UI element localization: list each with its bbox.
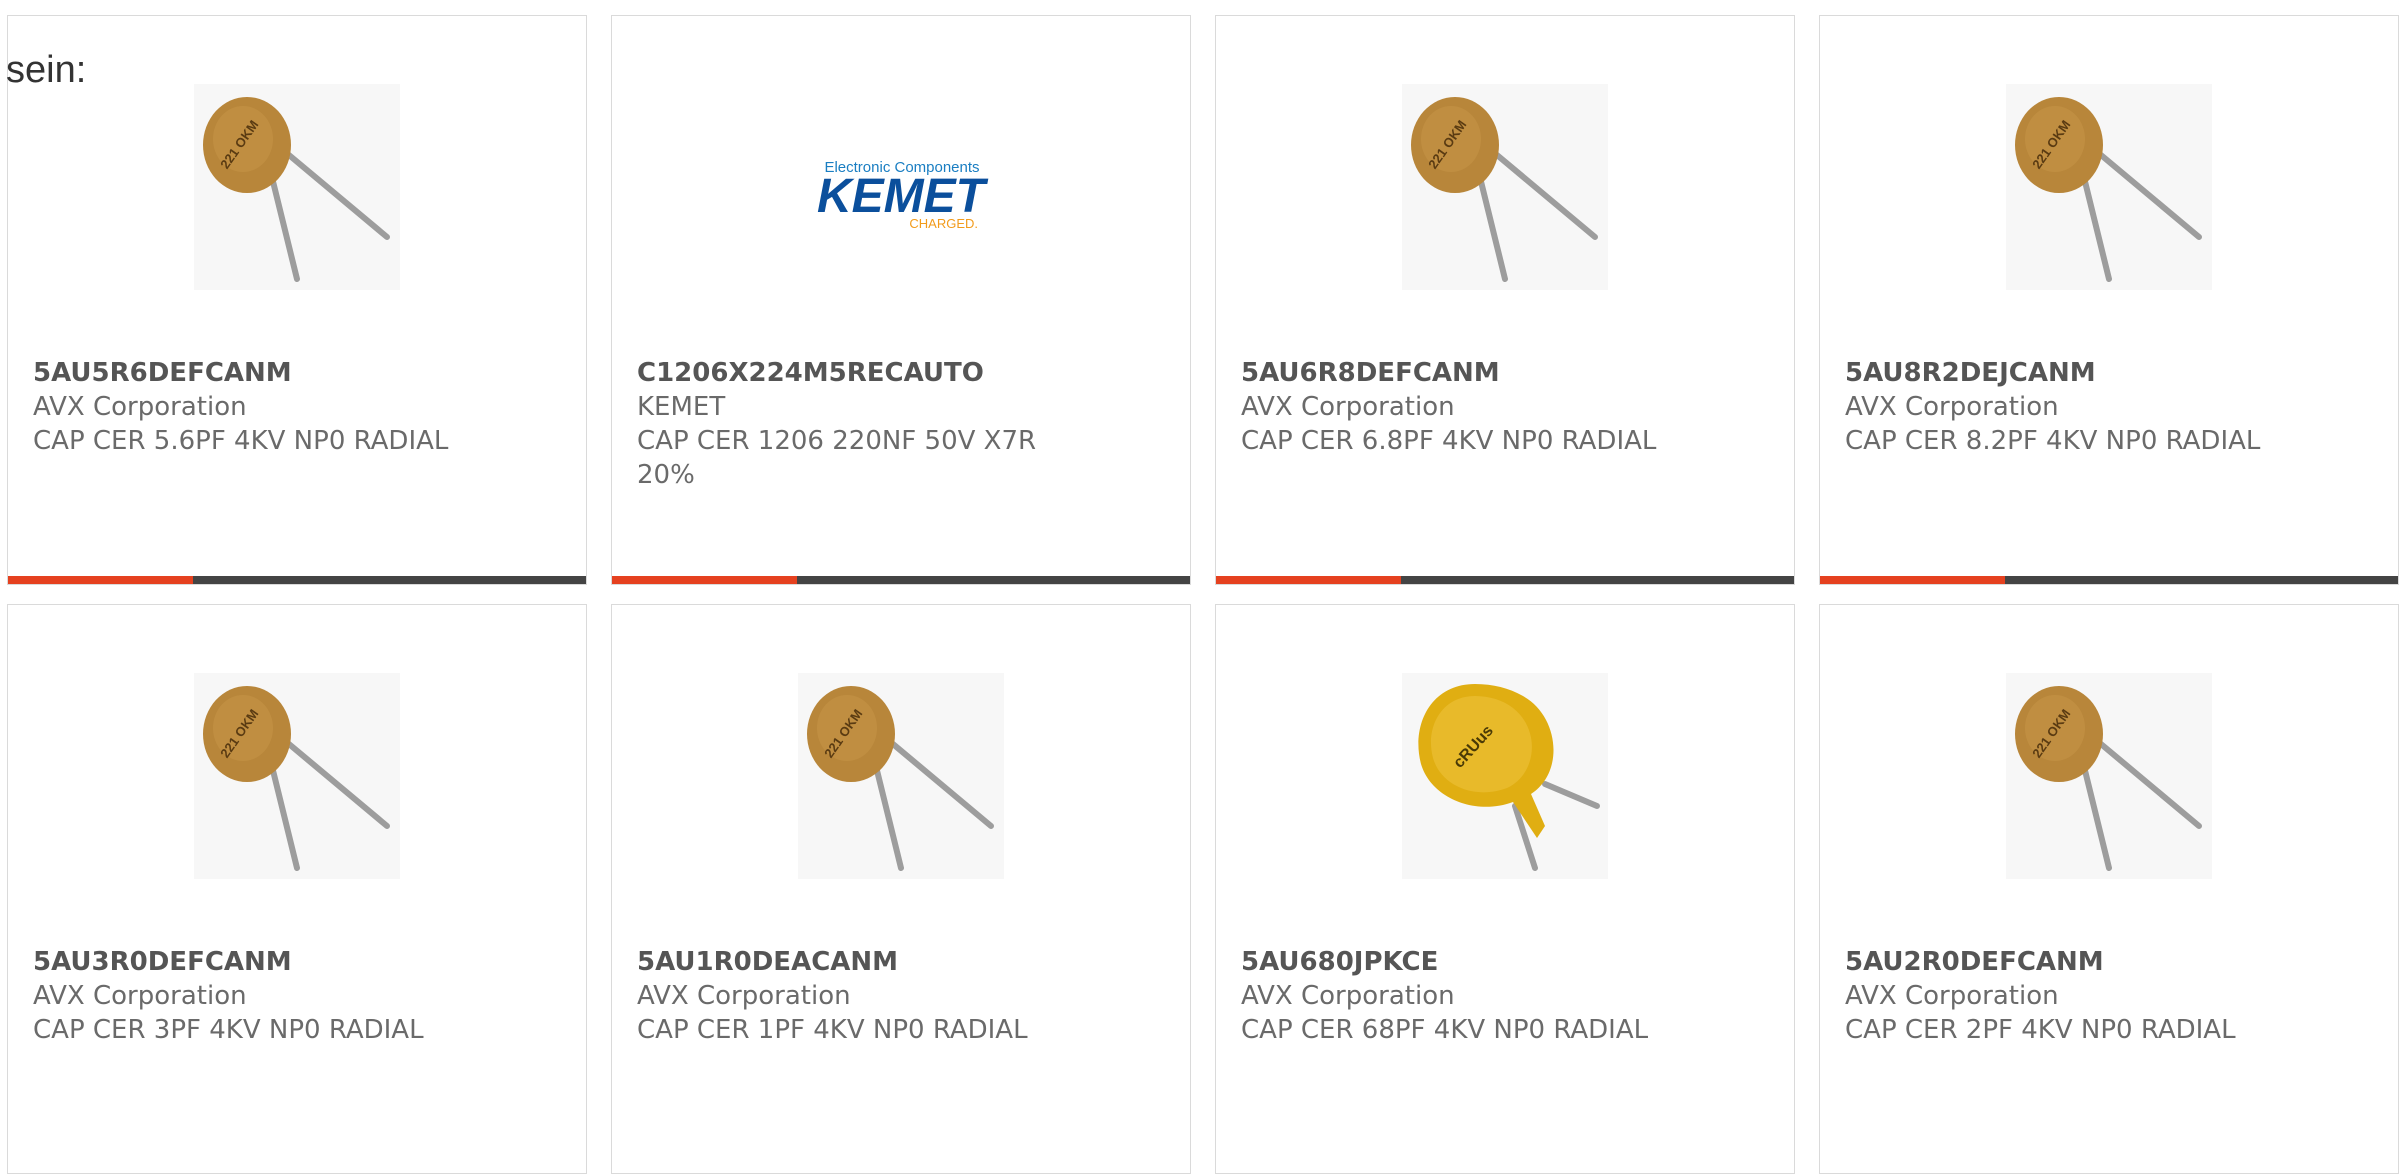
product-card[interactable]: 221 OKM 5AU8R2DEJCANM AVX Corporation CA… <box>1819 15 2399 585</box>
intro-text: sein: <box>6 49 87 91</box>
kemet-logo: Electronic Components KEMET CHARGED. <box>817 159 989 231</box>
product-image[interactable]: 221 OKM <box>2006 84 2212 290</box>
product-image[interactable]: 221 OKM <box>194 84 400 290</box>
card-footer-bar <box>1820 576 2398 584</box>
manufacturer-name: AVX Corporation <box>1845 981 2059 1011</box>
card-footer-accent <box>1820 576 2005 584</box>
product-info: 5AU6R8DEFCANM AVX Corporation CAP CER 6.… <box>1241 356 1741 458</box>
manufacturer-name: AVX Corporation <box>1241 392 1455 422</box>
card-footer-bar <box>8 576 586 584</box>
part-number[interactable]: 5AU2R0DEFCANM <box>1845 945 2345 979</box>
product-description: CAP CER 1206 220NF 50V X7R 20% <box>637 426 1037 490</box>
product-card[interactable]: Electronic Components KEMET CHARGED. C12… <box>611 15 1191 585</box>
part-number[interactable]: 5AU5R6DEFCANM <box>33 356 533 390</box>
product-card[interactable]: 221 OKM 5AU6R8DEFCANM AVX Corporation CA… <box>1215 15 1795 585</box>
product-card[interactable]: cRUus 5AU680JPKCE AVX Corporation CAP CE… <box>1215 604 1795 1174</box>
product-description: CAP CER 1PF 4KV NP0 RADIAL <box>637 1015 1028 1045</box>
manufacturer-name: KEMET <box>637 392 726 422</box>
part-number[interactable]: 5AU3R0DEFCANM <box>33 945 533 979</box>
manufacturer-name: AVX Corporation <box>637 981 851 1011</box>
product-description: CAP CER 68PF 4KV NP0 RADIAL <box>1241 1015 1649 1045</box>
part-number[interactable]: 5AU8R2DEJCANM <box>1845 356 2345 390</box>
manufacturer-name: AVX Corporation <box>33 981 247 1011</box>
card-footer-accent <box>8 576 193 584</box>
product-info: 5AU5R6DEFCANM AVX Corporation CAP CER 5.… <box>33 356 533 458</box>
disc-capacitor-brown-icon: 221 OKM <box>2015 686 2202 871</box>
product-image[interactable]: 221 OKM <box>798 673 1004 879</box>
part-number[interactable]: 5AU680JPKCE <box>1241 945 1741 979</box>
product-info: 5AU8R2DEJCANM AVX Corporation CAP CER 8.… <box>1845 356 2345 458</box>
product-info: 5AU3R0DEFCANM AVX Corporation CAP CER 3P… <box>33 945 533 1047</box>
part-number[interactable]: 5AU1R0DEACANM <box>637 945 1137 979</box>
product-image[interactable]: Electronic Components KEMET CHARGED. <box>798 84 1004 290</box>
product-image[interactable]: cRUus <box>1402 673 1608 879</box>
product-description: CAP CER 3PF 4KV NP0 RADIAL <box>33 1015 424 1045</box>
product-card[interactable]: 221 OKM 5AU5R6DEFCANM AVX Corporation CA… <box>7 15 587 585</box>
part-number[interactable]: 5AU6R8DEFCANM <box>1241 356 1741 390</box>
disc-capacitor-brown-icon: 221 OKM <box>1411 97 1598 282</box>
manufacturer-name: AVX Corporation <box>33 392 247 422</box>
disc-capacitor-brown-icon: 221 OKM <box>807 686 994 871</box>
product-card[interactable]: 221 OKM 5AU3R0DEFCANM AVX Corporation CA… <box>7 604 587 1174</box>
product-description: CAP CER 8.2PF 4KV NP0 RADIAL <box>1845 426 2261 456</box>
product-description: CAP CER 6.8PF 4KV NP0 RADIAL <box>1241 426 1657 456</box>
product-image[interactable]: 221 OKM <box>2006 673 2212 879</box>
disc-capacitor-brown-icon: 221 OKM <box>2015 97 2202 282</box>
card-footer-accent <box>612 576 797 584</box>
manufacturer-name: AVX Corporation <box>1241 981 1455 1011</box>
product-info: 5AU2R0DEFCANM AVX Corporation CAP CER 2P… <box>1845 945 2345 1047</box>
product-info: C1206X224M5RECAUTO KEMET CAP CER 1206 22… <box>637 356 1137 492</box>
product-grid: 221 OKM 5AU5R6DEFCANM AVX Corporation CA… <box>7 15 2400 1174</box>
disc-capacitor-brown-icon: 221 OKM <box>203 686 390 871</box>
manufacturer-name: AVX Corporation <box>1845 392 2059 422</box>
card-footer-accent <box>1216 576 1401 584</box>
product-card[interactable]: 221 OKM 5AU2R0DEFCANM AVX Corporation CA… <box>1819 604 2399 1174</box>
product-info: 5AU680JPKCE AVX Corporation CAP CER 68PF… <box>1241 945 1741 1047</box>
product-description: CAP CER 2PF 4KV NP0 RADIAL <box>1845 1015 2236 1045</box>
card-footer-bar <box>1216 576 1794 584</box>
card-footer-bar <box>612 576 1190 584</box>
kemet-logo-charged: CHARGED. <box>909 216 978 231</box>
product-description: CAP CER 5.6PF 4KV NP0 RADIAL <box>33 426 449 456</box>
disc-capacitor-yellow-icon: cRUus <box>1418 684 1600 871</box>
disc-capacitor-brown-icon: 221 OKM <box>203 97 390 282</box>
product-image[interactable]: 221 OKM <box>1402 84 1608 290</box>
product-card[interactable]: 221 OKM 5AU1R0DEACANM AVX Corporation CA… <box>611 604 1191 1174</box>
product-info: 5AU1R0DEACANM AVX Corporation CAP CER 1P… <box>637 945 1137 1047</box>
product-image[interactable]: 221 OKM <box>194 673 400 879</box>
part-number[interactable]: C1206X224M5RECAUTO <box>637 356 1137 390</box>
